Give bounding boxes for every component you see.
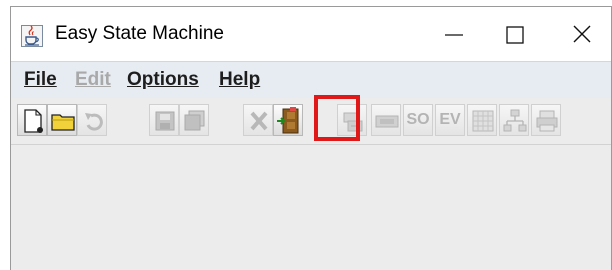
undo-button[interactable] xyxy=(77,104,107,136)
so-icon: SO xyxy=(406,111,430,128)
highlight-box xyxy=(314,95,360,141)
minimize-icon xyxy=(445,34,463,36)
close-button[interactable] xyxy=(557,17,607,53)
window-title: Easy State Machine xyxy=(55,23,224,44)
exit-button[interactable] xyxy=(273,104,303,136)
transition-icon xyxy=(503,109,527,132)
delete-icon xyxy=(250,111,268,131)
application-window: Easy State Machine File Edit Options Hel… xyxy=(10,6,612,270)
menu-bar: File Edit Options Help xyxy=(11,62,611,98)
workspace-area[interactable] xyxy=(11,145,611,270)
undo-icon xyxy=(85,113,103,131)
open-button[interactable] xyxy=(47,104,77,136)
save-button[interactable] xyxy=(149,104,179,136)
transition-button[interactable] xyxy=(499,104,529,136)
title-bar[interactable]: Easy State Machine xyxy=(11,7,611,62)
menu-help[interactable]: Help xyxy=(219,69,260,91)
close-icon xyxy=(573,25,591,43)
print-button[interactable] xyxy=(531,104,561,136)
print-icon xyxy=(536,110,558,132)
open-folder-icon xyxy=(51,114,75,131)
new-document-icon xyxy=(24,109,43,133)
menu-edit[interactable]: Edit xyxy=(75,69,111,91)
table-icon xyxy=(472,110,494,132)
toolbar: SO EV xyxy=(11,98,611,145)
maximize-button[interactable] xyxy=(489,17,539,53)
maximize-icon xyxy=(506,26,524,44)
state-icon xyxy=(375,115,399,128)
new-button[interactable] xyxy=(17,104,47,136)
table-button[interactable] xyxy=(467,104,497,136)
save-icon xyxy=(155,111,175,131)
menu-options[interactable]: Options xyxy=(127,69,199,91)
ev-icon: EV xyxy=(439,111,461,128)
so-button[interactable]: SO xyxy=(403,104,433,136)
delete-button[interactable] xyxy=(243,104,273,136)
ev-button[interactable]: EV xyxy=(435,104,465,136)
menu-file[interactable]: File xyxy=(24,69,57,91)
state-button[interactable] xyxy=(371,104,401,136)
java-cup-icon xyxy=(21,25,43,47)
minimize-button[interactable] xyxy=(429,17,479,53)
save-all-button[interactable] xyxy=(179,104,209,136)
exit-door-icon xyxy=(277,107,299,134)
save-all-icon xyxy=(184,110,205,131)
